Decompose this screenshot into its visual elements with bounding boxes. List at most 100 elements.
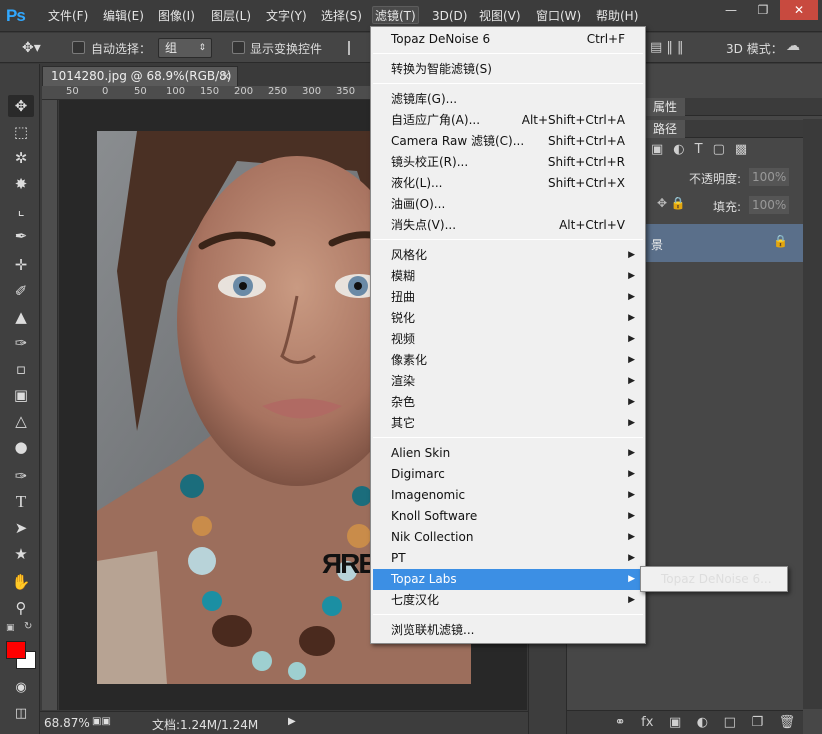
menu-item-qidu-chinese[interactable]: 七度汉化 ▶ (373, 590, 643, 611)
auto-select-dropdown[interactable]: 组 ⇕ (158, 38, 212, 58)
new-group-icon[interactable]: □ (724, 715, 736, 730)
align-icon[interactable] (348, 41, 360, 55)
new-layer-icon[interactable]: ❐ (751, 715, 763, 730)
menu-item-stylize[interactable]: 风格化 ▶ (373, 245, 643, 266)
foreground-color-swatch[interactable] (6, 641, 26, 659)
opacity-value[interactable]: 100% (749, 168, 789, 186)
menu-item-sharpen[interactable]: 锐化 ▶ (373, 308, 643, 329)
pen-tool-icon[interactable]: ✑ (8, 465, 34, 487)
submenu-arrow-icon: ▶ (628, 313, 635, 323)
menu-item-pixelate[interactable]: 像素化 ▶ (373, 350, 643, 371)
path-select-tool-icon[interactable]: ➤ (8, 517, 34, 539)
close-tab-icon[interactable]: × (221, 67, 231, 86)
menu-type[interactable]: 文字(Y) (264, 7, 309, 25)
status-menu-arrow-icon[interactable]: ▶ (288, 716, 296, 727)
blur-tool-icon[interactable]: △ (8, 410, 34, 432)
layer-filter-icons[interactable]: ▣◐T▢▩ (651, 142, 757, 157)
document-tab[interactable]: 1014280.jpg @ 68.9%(RGB/8) × (42, 66, 238, 86)
menu-item-label: 锐化 (391, 311, 416, 325)
move-tool-icon[interactable]: ✥ (8, 95, 34, 117)
marquee-tool-icon[interactable]: ⬚ (8, 121, 34, 143)
show-transform-checkbox[interactable] (232, 41, 245, 54)
menu-separator (373, 437, 643, 438)
menu-item-blur[interactable]: 模糊 ▶ (373, 266, 643, 287)
3d-orbit-icon[interactable]: ☁ (786, 38, 800, 54)
menu-edit[interactable]: 编辑(E) (101, 7, 146, 25)
menu-window[interactable]: 窗口(W) (534, 7, 583, 25)
submenu-arrow-icon: ▶ (628, 376, 635, 386)
fx-icon[interactable]: fx (641, 715, 653, 730)
menu-item-alien-skin[interactable]: Alien Skin ▶ (373, 443, 643, 464)
menu-item-filter-gallery[interactable]: 滤镜库(G)... (373, 89, 643, 110)
menu-item-video[interactable]: 视频 ▶ (373, 329, 643, 350)
hand-tool-icon[interactable]: ✋ (8, 571, 34, 593)
zoom-level[interactable]: 68.87% (44, 716, 90, 730)
panel-scrollbar[interactable] (803, 119, 822, 709)
gradient-tool-icon[interactable]: ▣ (8, 384, 34, 406)
minimize-icon[interactable]: — (716, 0, 746, 20)
add-mask-icon[interactable]: ▣ (669, 715, 681, 730)
menu-filter[interactable]: 滤镜(T) (372, 6, 419, 24)
fill-value[interactable]: 100% (749, 196, 789, 214)
type-tool-icon[interactable]: T (8, 491, 34, 513)
crop-tool-icon[interactable]: ⌞ (8, 199, 34, 221)
move-tool-preset-icon[interactable]: ✥▾ (8, 37, 56, 59)
brush-tool-icon[interactable]: ✐ (8, 280, 34, 302)
zoom-tool-icon[interactable]: ⚲ (8, 597, 34, 619)
menu-item-convert-smart[interactable]: 转换为智能滤镜(S) (373, 59, 643, 80)
menu-image[interactable]: 图像(I) (156, 7, 197, 25)
tab-properties[interactable]: 属性 (645, 98, 686, 116)
menu-item-render[interactable]: 渲染 ▶ (373, 371, 643, 392)
ruler-label: 150 (200, 86, 220, 97)
quick-select-tool-icon[interactable]: ✸ (8, 173, 34, 195)
submenu-arrow-icon: ▶ (628, 532, 635, 542)
menu-item-pt[interactable]: PT ▶ (373, 548, 643, 569)
menu-3d[interactable]: 3D(D) (430, 7, 469, 25)
delete-layer-icon[interactable]: 🗑 (779, 715, 796, 730)
menu-item-imagenomic[interactable]: Imagenomic ▶ (373, 485, 643, 506)
shape-tool-icon[interactable]: ★ (8, 543, 34, 565)
menu-item-noise[interactable]: 杂色 ▶ (373, 392, 643, 413)
menu-help[interactable]: 帮助(H) (594, 7, 640, 25)
screen-mode-icon[interactable]: ◫ (8, 702, 34, 724)
distribute-icons[interactable]: ▤ ‖ ‖ (650, 40, 684, 55)
menu-item-distort[interactable]: 扭曲 ▶ (373, 287, 643, 308)
menu-item-lens-correction[interactable]: 镜头校正(R)... Shift+Ctrl+R (373, 152, 643, 173)
submenu-item-topaz-denoise[interactable]: Topaz DeNoise 6... (643, 569, 785, 590)
menu-item-knoll-software[interactable]: Knoll Software ▶ (373, 506, 643, 527)
menu-item-camera-raw[interactable]: Camera Raw 滤镜(C)... Shift+Ctrl+A (373, 131, 643, 152)
menu-item-browse-online[interactable]: 浏览联机滤镜... (373, 620, 643, 641)
menu-item-adaptive-wide-angle[interactable]: 自适应广角(A)... Alt+Shift+Ctrl+A (373, 110, 643, 131)
tab-paths[interactable]: 路径 (645, 120, 686, 138)
lock-icons[interactable]: ✥ 🔒 (657, 196, 686, 210)
menu-layer[interactable]: 图层(L) (209, 7, 253, 25)
restore-icon[interactable]: ❐ (748, 0, 778, 20)
close-icon[interactable]: ✕ (780, 0, 818, 20)
menu-item-label: 杂色 (391, 395, 416, 409)
stamp-tool-icon[interactable]: ▲ (8, 306, 34, 328)
menu-item-last-filter[interactable]: Topaz DeNoise 6 Ctrl+F (373, 29, 643, 50)
menu-file[interactable]: 文件(F) (46, 7, 90, 25)
swap-colors-icon[interactable]: ↻ (24, 621, 32, 632)
default-colors-icon[interactable]: ▣ (6, 623, 15, 633)
menu-item-oil-paint[interactable]: 油画(O)... (373, 194, 643, 215)
menu-item-liquify[interactable]: 液化(L)... Shift+Ctrl+X (373, 173, 643, 194)
dodge-tool-icon[interactable]: ● (8, 436, 34, 458)
adjustment-layer-icon[interactable]: ◐ (697, 715, 708, 730)
lasso-tool-icon[interactable]: ✲ (8, 147, 34, 169)
menu-item-shortcut: Ctrl+F (586, 32, 625, 46)
history-brush-tool-icon[interactable]: ✑ (8, 332, 34, 354)
menu-item-nik-collection[interactable]: Nik Collection ▶ (373, 527, 643, 548)
menu-select[interactable]: 选择(S) (319, 7, 364, 25)
menu-view[interactable]: 视图(V) (477, 7, 523, 25)
menu-item-vanishing-point[interactable]: 消失点(V)... Alt+Ctrl+V (373, 215, 643, 236)
quick-mask-icon[interactable]: ◉ (8, 676, 34, 698)
menu-item-topaz-labs[interactable]: Topaz Labs ▶ (373, 569, 643, 590)
menu-item-digimarc[interactable]: Digimarc ▶ (373, 464, 643, 485)
auto-select-checkbox[interactable] (72, 41, 85, 54)
link-layers-icon[interactable]: ⚭ (615, 715, 626, 730)
menu-item-other[interactable]: 其它 ▶ (373, 413, 643, 434)
healing-brush-tool-icon[interactable]: ✛ (8, 254, 34, 276)
eyedropper-tool-icon[interactable]: ✒ (8, 225, 34, 247)
eraser-tool-icon[interactable]: ▫ (8, 358, 34, 380)
